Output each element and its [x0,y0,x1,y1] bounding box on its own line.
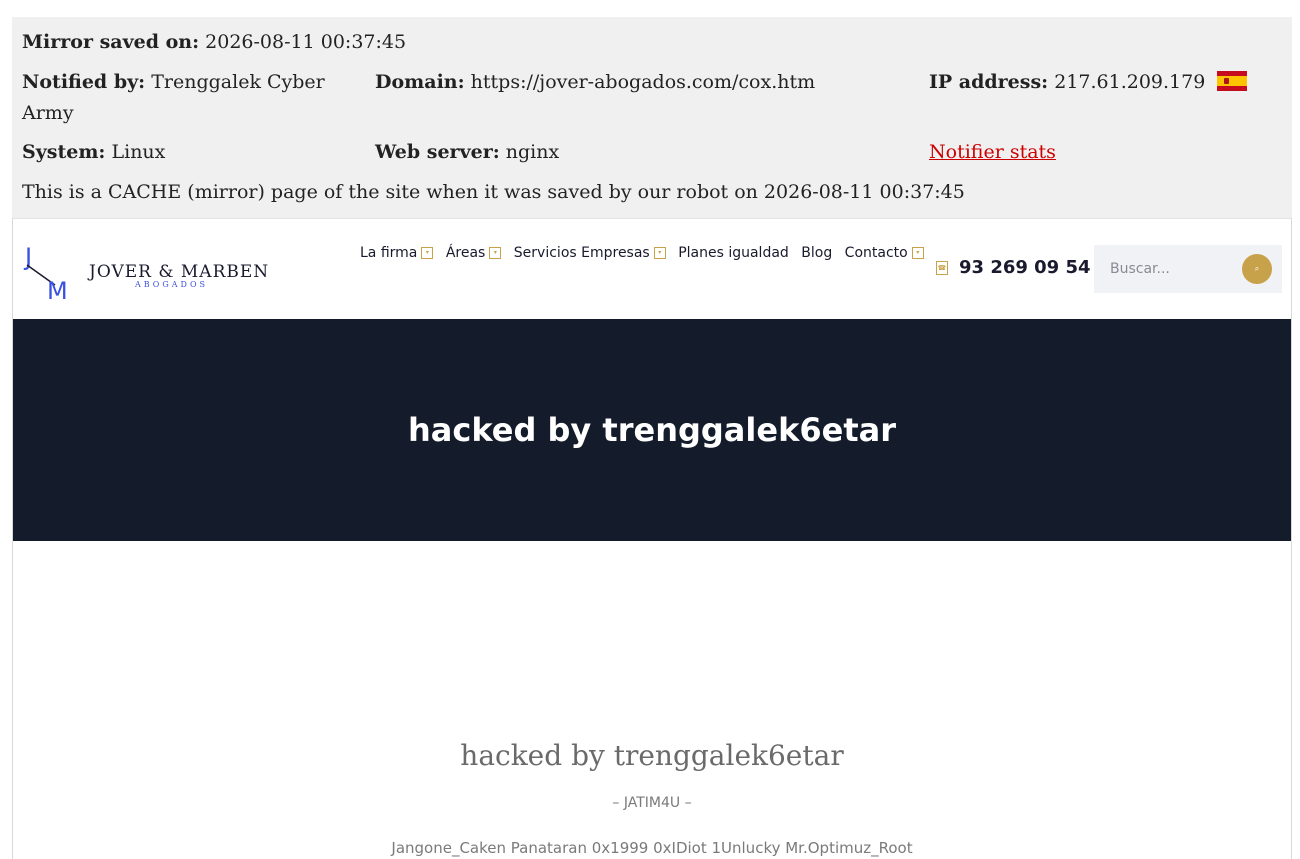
logo-tagline: ABOGADOS [134,280,208,289]
dropdown-icon: ▾ [489,247,502,259]
notified-value: Trenggalek Cyber [151,71,325,93]
dropdown-icon: ▾ [653,247,666,259]
phone-icon: ☎ [936,261,948,275]
nav-item-planes-igualdad[interactable]: Planes igualdad [678,245,789,261]
search-input[interactable] [1094,245,1250,293]
domain-value: https://jover-abogados.com/cox.htm [470,71,816,93]
content-title: hacked by trenggalek6etar [460,739,844,772]
hero-title: hacked by trenggalek6etar [408,411,896,449]
system-row: System: Linux [22,137,165,168]
webserver-label: Web server: [375,141,500,163]
system-label: System: [22,141,106,163]
domain-row: Domain: https://jover-abogados.com/cox.h… [375,67,815,98]
content-names: Jangone_Caken Panataran 0x1999 0xIDiot 1… [391,839,913,857]
nav-item-la-firma[interactable]: La firma ▾ [360,245,434,261]
nav-item-areas[interactable]: Áreas ▾ [446,245,502,261]
webserver-value: nginx [505,141,560,163]
notifier-stats-link[interactable]: Notifier stats [929,137,1056,168]
nav-item-servicios-empresas[interactable]: Servicios Empresas ▾ [514,245,666,261]
webserver-row: Web server: nginx [375,137,559,168]
notified-value-cont: Army [22,102,74,124]
site-logo[interactable]: J M JOVER & MARBEN ABOGADOS [23,241,273,303]
nav-label: La firma [360,245,418,261]
hero-banner: hacked by trenggalek6etar [13,319,1291,541]
nav-label: Planes igualdad [678,245,789,261]
logo-initial-m: M [47,277,68,303]
saved-value: 2026-08-11 00:37:45 [205,31,407,53]
notified-label: Notified by: [22,71,146,93]
nav-label: Servicios Empresas [513,245,650,261]
spain-flag-icon [1217,71,1248,91]
notified-row: Notified by: Trenggalek Cyber [22,67,325,98]
search-box: ⌕ [1094,245,1282,293]
domain-label: Domain: [375,71,465,93]
system-value: Linux [111,141,166,163]
ip-value: 217.61.209.179 [1054,71,1206,93]
nav-item-blog[interactable]: Blog [801,245,832,261]
mirror-saved-row: Mirror saved on: 2026-08-11 00:37:45 [22,27,406,58]
nav-item-contacto[interactable]: Contacto ▾ [845,245,924,261]
dropdown-icon: ▾ [421,247,434,259]
ip-label: IP address: [929,71,1049,93]
nav-label: Contacto [844,245,908,261]
saved-label: Mirror saved on: [22,31,200,53]
main-nav: La firma ▾ Áreas ▾ Servicios Empresas ▾ Pla… [360,245,932,261]
logo-name: JOVER & MARBEN [87,262,269,282]
search-icon[interactable]: ⌕ [1242,254,1272,284]
content-subtitle: – JATIM4U – [612,795,692,811]
dropdown-icon: ▾ [911,247,924,259]
nav-label: Áreas [445,245,486,261]
mirrored-site: J M JOVER & MARBEN ABOGADOS La firma ▾ Ár… [12,218,1292,859]
nav-label: Blog [801,245,833,261]
mirror-info-panel: Mirror saved on: 2026-08-11 00:37:45 Not… [12,17,1292,218]
cache-note: This is a CACHE (mirror) page of the sit… [22,181,965,203]
ip-row: IP address: 217.61.209.179 [929,67,1248,98]
site-header: J M JOVER & MARBEN ABOGADOS La firma ▾ Ár… [13,219,1291,319]
phone-number[interactable]: 93 269 09 54 [959,257,1091,278]
